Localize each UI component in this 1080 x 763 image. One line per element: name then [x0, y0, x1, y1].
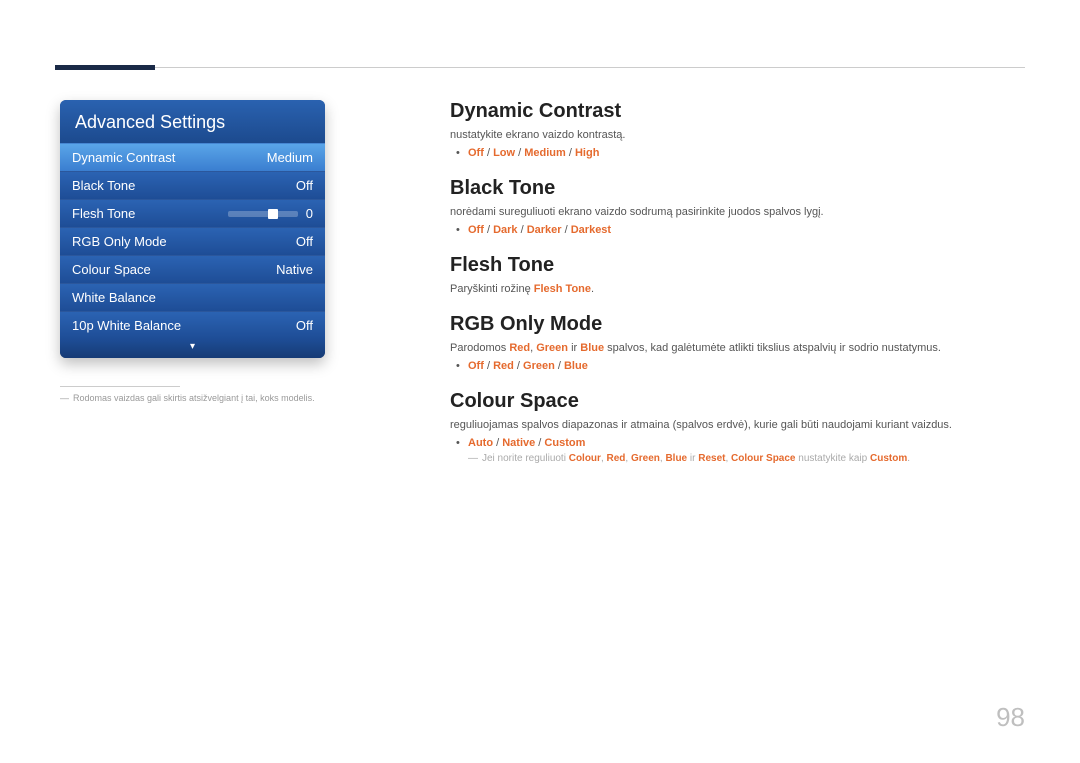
section-rgb-only: RGB Only Mode Parodomos Red, Green ir Bl… [450, 313, 1025, 372]
content-column: Dynamic Contrast nustatykite ekrano vaiz… [450, 100, 1025, 482]
menu-item-value: Off [296, 318, 313, 333]
option: Blue [564, 360, 588, 372]
term-green: Green [536, 342, 568, 354]
page-body: Advanced Settings Dynamic Contrast Mediu… [60, 100, 1025, 482]
option: Darker [527, 224, 562, 236]
menu-item-flesh-tone[interactable]: Flesh Tone 0 [60, 199, 325, 227]
options-line: Auto / Native / Custom [450, 437, 1025, 449]
section-desc: nustatykite ekrano vaizdo kontrastą. [450, 129, 1025, 141]
menu-item-label: Colour Space [72, 262, 151, 277]
left-footnote: ― Rodomas vaizdas gali skirtis atsižvelgi… [60, 393, 325, 403]
footnote-dash: ― [60, 393, 69, 403]
menu-item-value-wrap: 0 [228, 206, 313, 221]
section-title: Black Tone [450, 177, 1025, 200]
option: Off [468, 224, 484, 236]
section-dynamic-contrast: Dynamic Contrast nustatykite ekrano vaiz… [450, 100, 1025, 159]
menu-panel: Advanced Settings Dynamic Contrast Mediu… [60, 100, 325, 358]
option: High [575, 147, 599, 159]
menu-item-label: Dynamic Contrast [72, 150, 175, 165]
option: Off [468, 360, 484, 372]
section-title: Flesh Tone [450, 254, 1025, 277]
menu-item-10p-white-balance[interactable]: 10p White Balance Off [60, 311, 325, 339]
option: Green [523, 360, 555, 372]
footnote-text: Rodomas vaizdas gali skirtis atsižvelgia… [73, 393, 315, 403]
menu-item-dynamic-contrast[interactable]: Dynamic Contrast Medium [60, 143, 325, 171]
option: Native [502, 437, 535, 449]
option: Custom [544, 437, 585, 449]
menu-item-black-tone[interactable]: Black Tone Off [60, 171, 325, 199]
option: Red [493, 360, 514, 372]
section-black-tone: Black Tone norėdami sureguliuoti ekrano … [450, 177, 1025, 236]
option: Darkest [571, 224, 611, 236]
menu-item-value: Medium [267, 150, 313, 165]
menu-title: Advanced Settings [60, 100, 325, 143]
option: Low [493, 147, 515, 159]
menu-item-colour-space[interactable]: Colour Space Native [60, 255, 325, 283]
menu-item-value: Off [296, 178, 313, 193]
page-number: 98 [996, 702, 1025, 733]
menu-item-white-balance[interactable]: White Balance [60, 283, 325, 311]
section-title: Colour Space [450, 390, 1025, 413]
option: Auto [468, 437, 493, 449]
menu-item-value: 0 [306, 206, 313, 221]
options-line: Off / Low / Medium / High [450, 147, 1025, 159]
menu-item-label: Black Tone [72, 178, 135, 193]
option: Medium [524, 147, 566, 159]
term: Flesh Tone [534, 283, 591, 295]
term-red: Red [509, 342, 530, 354]
term-blue: Blue [580, 342, 604, 354]
menu-item-label: 10p White Balance [72, 318, 181, 333]
menu-item-value: Native [276, 262, 313, 277]
section-flesh-tone: Flesh Tone Paryškinti rožinę Flesh Tone. [450, 254, 1025, 295]
header-accent [55, 65, 155, 70]
header-rule [55, 67, 1025, 68]
section-desc: Paryškinti rožinę Flesh Tone. [450, 283, 1025, 295]
section-desc: Parodomos Red, Green ir Blue spalvos, ka… [450, 342, 1025, 354]
options-line: Off / Dark / Darker / Darkest [450, 224, 1025, 236]
options-line: Off / Red / Green / Blue [450, 360, 1025, 372]
section-colour-space: Colour Space reguliuojamas spalvos diapa… [450, 390, 1025, 464]
section-note: ―Jei norite reguliuoti Colour, Red, Gree… [450, 453, 1025, 464]
section-desc: norėdami sureguliuoti ekrano vaizdo sodr… [450, 206, 1025, 218]
footnote-rule [60, 386, 180, 387]
option: Off [468, 147, 484, 159]
menu-item-label: White Balance [72, 290, 156, 305]
option: Dark [493, 224, 517, 236]
menu-item-label: RGB Only Mode [72, 234, 167, 249]
menu-item-rgb-only[interactable]: RGB Only Mode Off [60, 227, 325, 255]
left-column: Advanced Settings Dynamic Contrast Mediu… [60, 100, 325, 482]
section-title: Dynamic Contrast [450, 100, 1025, 123]
menu-item-label: Flesh Tone [72, 206, 135, 221]
chevron-down-icon[interactable]: ▾ [60, 339, 325, 358]
slider-icon[interactable] [228, 211, 298, 217]
menu-item-value: Off [296, 234, 313, 249]
section-title: RGB Only Mode [450, 313, 1025, 336]
section-desc: reguliuojamas spalvos diapazonas ir atma… [450, 419, 1025, 431]
